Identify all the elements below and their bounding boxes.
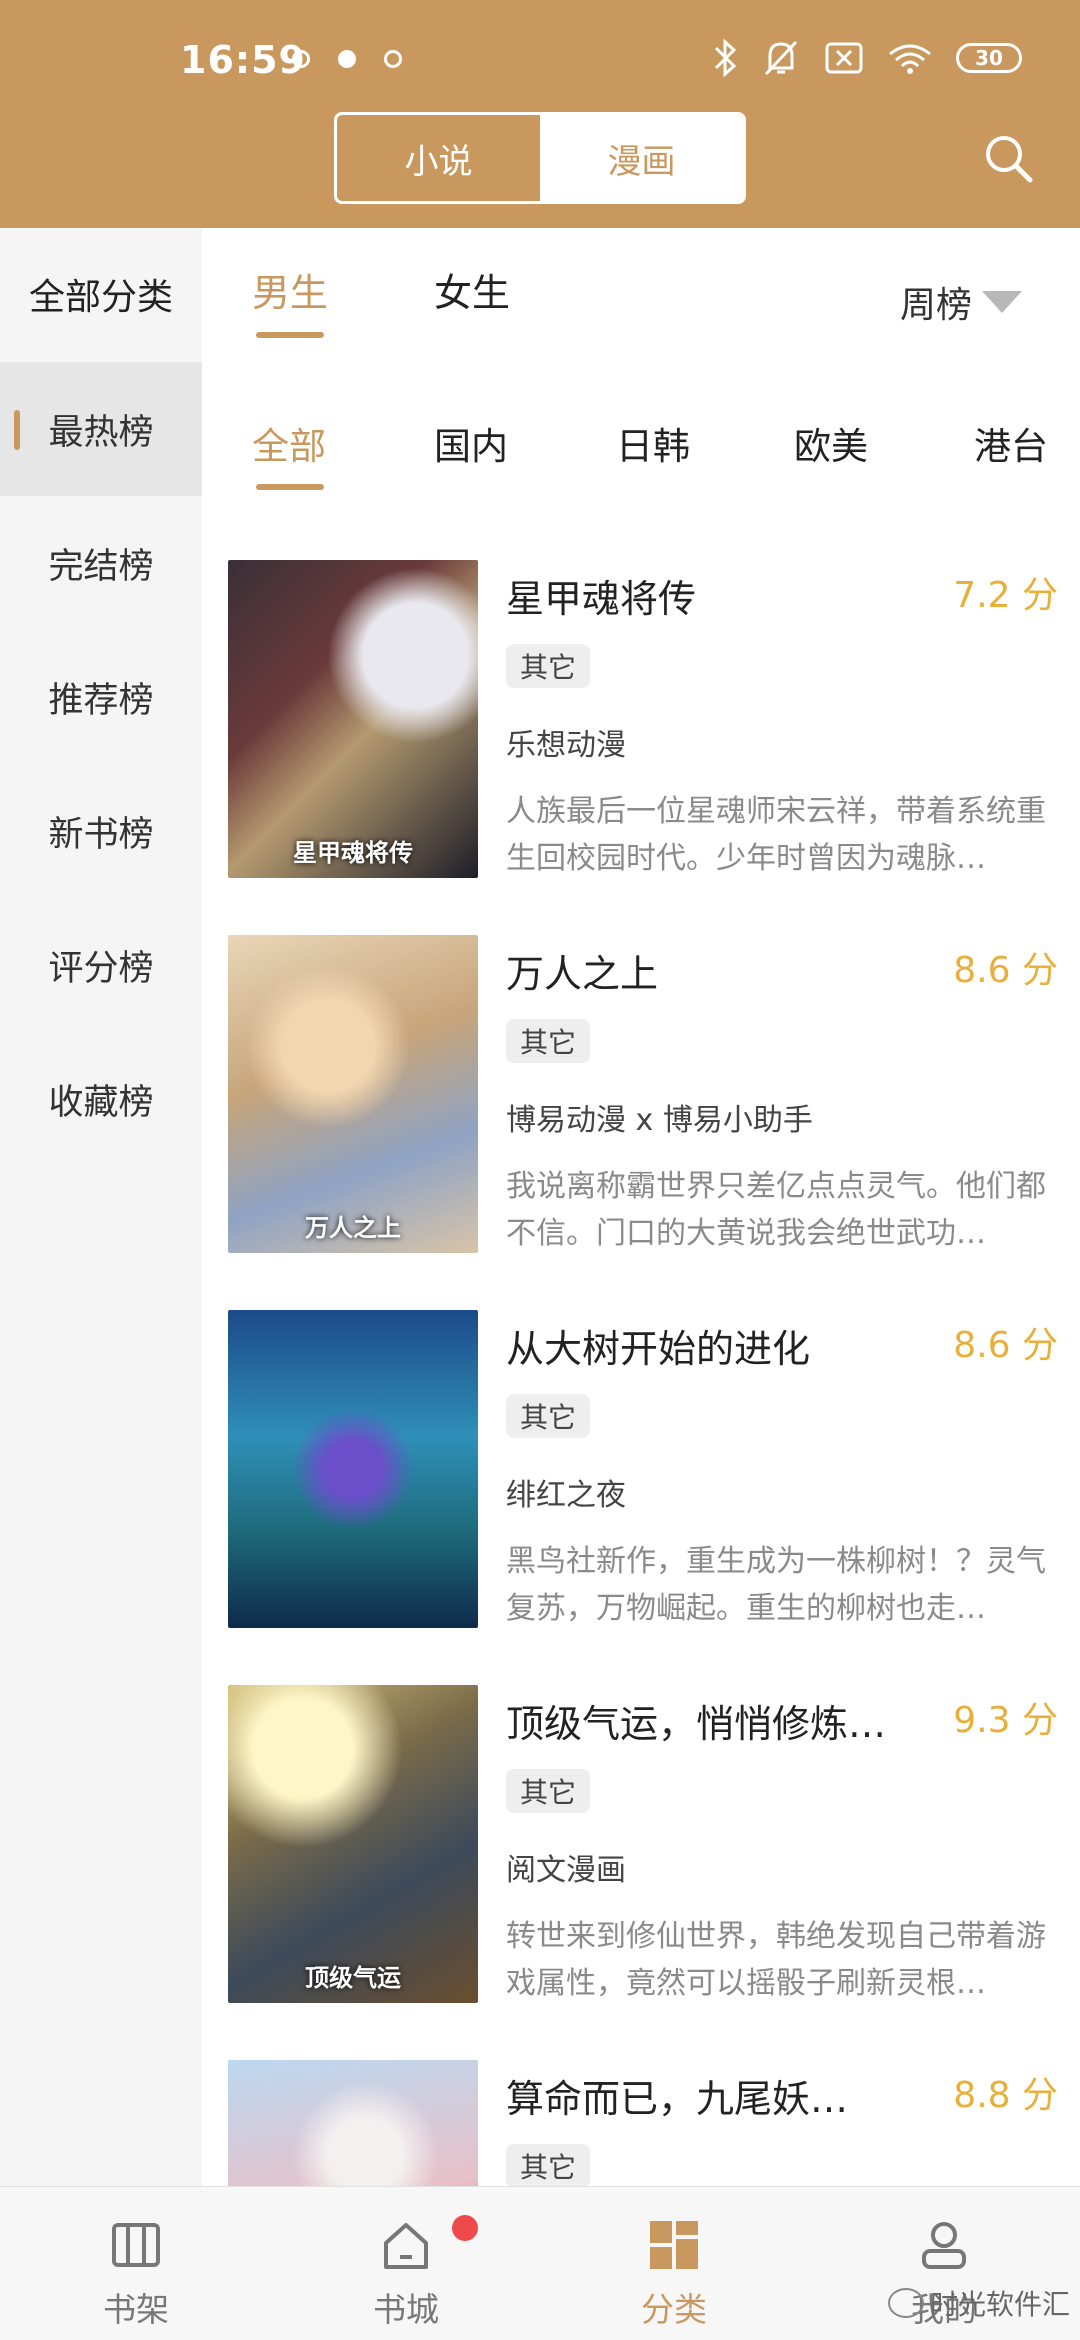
mute-bell-icon — [764, 40, 798, 76]
region-tab-indicator — [256, 484, 324, 490]
watermark-text: 时光软件汇 — [929, 2288, 1070, 2321]
notification-badge — [452, 2215, 478, 2241]
bottom-navigation: 书架 书城 分类 我的 时光软件汇 — [0, 2186, 1080, 2340]
wechat-logo-icon — [887, 2288, 924, 2318]
sidebar-item-completed[interactable]: 完结榜 — [0, 496, 202, 630]
watermark: 时光软件汇 — [887, 2283, 1070, 2323]
nav-category[interactable]: 分类 — [574, 2187, 774, 2340]
book-tag: 其它 — [506, 1019, 591, 1063]
book-item[interactable]: 顶级气运 顶级气运，悄悄修炼… 9.3 分 其它 阅文漫画 转世来到修仙世界，韩… — [228, 1685, 1068, 2005]
content-type-toggle: 小说 漫画 — [334, 112, 746, 204]
sidebar-title: 全部分类 — [28, 277, 173, 318]
sidebar-item-rating[interactable]: 评分榜 — [0, 898, 202, 1032]
book-item[interactable]: 星甲魂将传 星甲魂将传 7.2 分 其它 乐想动漫 人族最后一位星魂师宋云祥，带… — [228, 560, 1068, 880]
bluetooth-icon — [714, 38, 737, 78]
book-description: 黑鸟社新作，重生成为一株柳树！？灵气复苏，万物崛起。重生的柳树也走… — [506, 1544, 1046, 1626]
tab-region-japan-korea[interactable]: 日韩 — [616, 416, 690, 470]
book-author: 绯红之夜 — [506, 1478, 626, 1513]
book-tag: 其它 — [506, 2144, 591, 2186]
book-description: 人族最后一位星魂师宋云祥，带着系统重生回校园时代。少年时曾因为魂脉… — [506, 794, 1046, 876]
nav-label: 书架 — [103, 2290, 169, 2329]
cover-caption: 顶级气运 — [305, 1964, 401, 1992]
book-cover[interactable]: 顶级气运 — [228, 1685, 478, 2003]
book-item[interactable]: 从大树开始的进化 8.6 分 其它 绯红之夜 黑鸟社新作，重生成为一株柳树！？灵… — [228, 1310, 1068, 1630]
tab-novel[interactable]: 小说 — [337, 115, 540, 201]
tab-female[interactable]: 女生 — [434, 262, 510, 317]
book-title: 从大树开始的进化 — [506, 1327, 811, 1371]
no-sim-icon — [825, 42, 863, 74]
notification-icon — [338, 50, 356, 68]
book-cover[interactable] — [228, 2060, 478, 2186]
dropdown-triangle-icon — [982, 291, 1023, 313]
book-item[interactable]: 算命而已，九尾妖… 8.8 分 其它 — [228, 2060, 1068, 2186]
book-author: 乐想动漫 — [506, 728, 626, 763]
battery-indicator: 30 — [956, 43, 1022, 73]
sidebar-item-hottest[interactable]: 最热榜 — [0, 362, 202, 496]
status-icons: 30 — [712, 38, 1022, 78]
sidebar-item-favorites[interactable]: 收藏榜 — [0, 1032, 202, 1166]
search-icon[interactable] — [980, 130, 1036, 186]
tab-region-domestic[interactable]: 国内 — [434, 416, 508, 470]
cover-caption: 星甲魂将传 — [293, 839, 413, 867]
book-score: 7.2 分 — [953, 575, 1058, 616]
nav-bookshelf[interactable]: 书架 — [36, 2187, 236, 2340]
book-description: 转世来到修仙世界，韩绝发现自己带着游戏属性，竟然可以摇骰子刷新灵根… — [506, 1919, 1046, 2001]
home-icon — [384, 2223, 428, 2269]
notification-icons — [292, 50, 402, 68]
tab-region-all[interactable]: 全部 — [252, 416, 326, 470]
book-score: 8.8 分 — [953, 2075, 1058, 2116]
status-time: 16:59 — [180, 38, 306, 82]
sidebar-item-recommended[interactable]: 推荐榜 — [0, 630, 202, 764]
tab-comic[interactable]: 漫画 — [540, 115, 743, 201]
book-score: 9.3 分 — [953, 1700, 1058, 1741]
notification-icon — [384, 50, 402, 68]
wifi-icon — [889, 44, 931, 74]
tab-region-western[interactable]: 欧美 — [794, 416, 868, 470]
sidebar-item-new[interactable]: 新书榜 — [0, 764, 202, 898]
book-title: 顶级气运，悄悄修炼… — [506, 1702, 887, 1746]
book-cover[interactable]: 星甲魂将传 — [228, 560, 478, 878]
cover-caption: 万人之上 — [305, 1214, 401, 1242]
status-bar: 16:59 30 — [0, 0, 1080, 110]
book-cover[interactable]: 万人之上 — [228, 935, 478, 1253]
book-title: 星甲魂将传 — [506, 577, 697, 621]
category-grid-icon — [650, 2221, 698, 2269]
nav-bookstore[interactable]: 书城 — [306, 2187, 506, 2340]
book-item[interactable]: 万人之上 万人之上 8.6 分 其它 博易动漫 x 博易小助手 我说离称霸世界只… — [228, 935, 1068, 1255]
notification-icon — [292, 50, 310, 68]
gender-tab-indicator — [256, 332, 324, 338]
book-tag: 其它 — [506, 1769, 591, 1813]
category-sidebar: 全部分类 最热榜 完结榜 推荐榜 新书榜 评分榜 收藏榜 — [0, 228, 202, 2186]
book-score: 8.6 分 — [953, 950, 1058, 991]
profile-icon — [922, 2222, 966, 2269]
book-description: 我说离称霸世界只差亿点点灵气。他们都不信。门口的大黄说我会绝世武功… — [506, 1169, 1046, 1251]
book-author: 阅文漫画 — [506, 1853, 626, 1888]
book-author: 博易动漫 x 博易小助手 — [506, 1103, 813, 1138]
book-tag: 其它 — [506, 644, 591, 688]
book-tag: 其它 — [506, 1394, 591, 1438]
nav-label: 书城 — [373, 2290, 439, 2329]
book-title: 万人之上 — [506, 952, 659, 996]
rank-period-label: 周榜 — [900, 285, 973, 326]
book-cover[interactable] — [228, 1310, 478, 1628]
book-title: 算命而已，九尾妖… — [506, 2077, 849, 2121]
app-header: 16:59 30 小说 漫画 — [0, 0, 1080, 228]
bookshelf-icon — [112, 2223, 160, 2267]
tab-region-hk-tw[interactable]: 港台 — [974, 416, 1048, 470]
book-score: 8.6 分 — [953, 1325, 1058, 1366]
tab-male[interactable]: 男生 — [252, 262, 328, 317]
rank-period-select[interactable]: 周榜 — [900, 276, 1023, 328]
nav-label: 分类 — [641, 2290, 707, 2329]
